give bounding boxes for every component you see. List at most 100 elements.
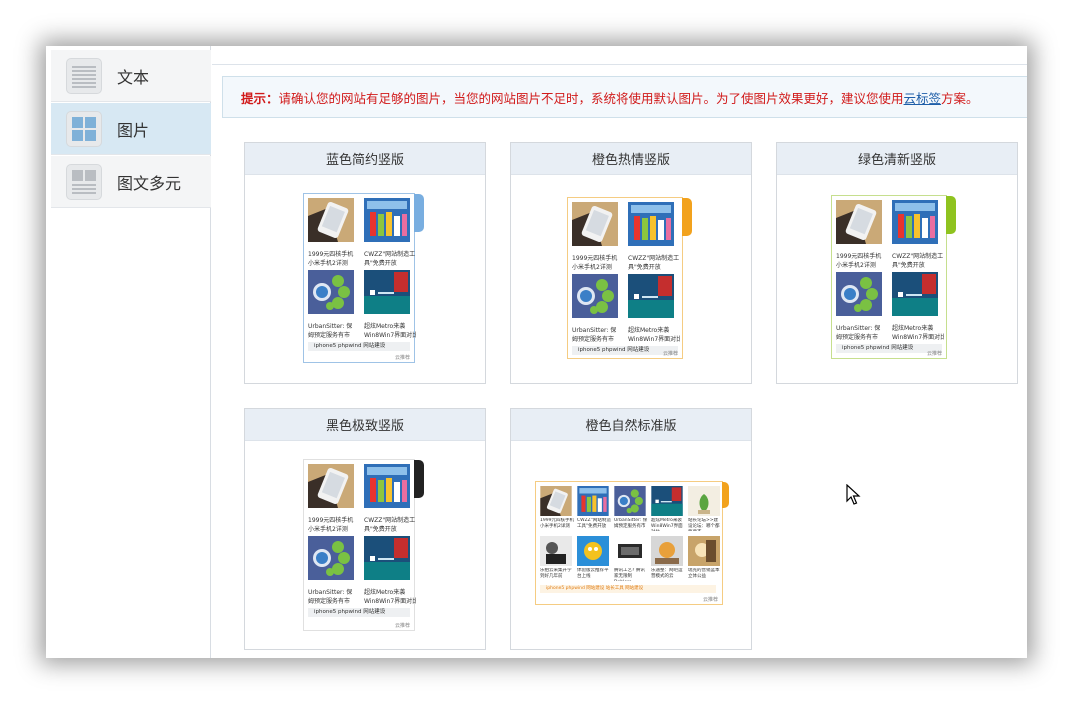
preview-thumbnail — [308, 270, 354, 314]
preview-caption: CWZZ"网站制造工 — [364, 251, 416, 258]
template-card-title: 黑色极致竖版 — [245, 409, 485, 441]
tip-suffix: 方案。 — [941, 90, 979, 106]
preview-caption: 小米手机2详测 — [308, 526, 348, 533]
favorite-side-tag — [946, 196, 956, 234]
preview-thumbnail — [364, 270, 410, 314]
preview-caption: 超炫Metro来袭 — [892, 325, 934, 332]
template-card-title: 绿色清新竖版 — [777, 143, 1017, 175]
template-card-title: 橙色热情竖版 — [511, 143, 751, 175]
preview-footer: 云推荐 — [926, 351, 942, 357]
preview-thumbnail — [572, 274, 618, 318]
preview-caption: 1999元四核手机小米手机2详测 — [540, 518, 574, 529]
template-card-orange-warm[interactable]: 橙色热情竖版 1999元四核手机 小米手机2详测 CWZZ"网站制造工 具"免费开放 U… — [510, 142, 752, 384]
preview-caption: 体验版云推荐平台上线 — [577, 568, 609, 579]
preview-thumbnail — [308, 198, 354, 242]
preview-caption: 姆预定服务有市 — [572, 336, 615, 343]
preview-caption: CWZZ"网站制造工 — [628, 255, 680, 262]
category-sidebar: 文本 图片 图文多元 — [46, 46, 211, 658]
favorite-side-tag — [414, 460, 424, 498]
preview-thumbnail — [688, 536, 720, 566]
preview-caption: 小米手机2详测 — [572, 264, 612, 271]
favorite-side-tag — [682, 198, 692, 236]
preview-thumbnail — [540, 536, 572, 566]
preview-caption: 乐遇整：网吧运营模式的云 — [651, 568, 683, 579]
template-preview-wide: 1999元四核手机小米手机2详测 乐拍云采集开学到好几年前 CWZZ"网站制造工具"… — [535, 481, 729, 605]
preview-thumbnail — [651, 486, 683, 516]
preview-thumbnail — [364, 198, 410, 242]
preview-caption: 小米手机2详测 — [836, 262, 876, 269]
preview-caption: CWZZ"网站制造工 — [892, 253, 944, 260]
preview-thumbnail — [614, 536, 646, 566]
preview-footer: 云推荐 — [702, 597, 718, 603]
preview-caption: 具"免费开放 — [892, 262, 925, 269]
preview-caption: 姆预定服务有市 — [308, 598, 351, 605]
preview-thumbnail — [688, 486, 720, 516]
preview-caption: 超炫Metro来袭Win8Win7界面对比 — [651, 518, 683, 531]
template-preview: 1999元四核手机 小米手机2详测 CWZZ"网站制造工 具"免费开放 UrbanSit… — [303, 193, 424, 363]
divider — [212, 64, 1027, 65]
preview-caption: UrbanSitter: 保姆预定服务有市 — [614, 518, 648, 529]
template-card-orange-natural[interactable]: 橙色自然标准版 1999元四核手机小米手机2详测 乐拍云采集开学到好几年前 CWZZ… — [510, 408, 752, 650]
preview-thumbnail — [577, 486, 609, 516]
preview-thumbnail — [836, 200, 882, 244]
sidebar-item-label: 图文多元 — [117, 173, 182, 193]
sidebar-item-text[interactable]: 文本 — [51, 50, 211, 102]
favorite-side-tag — [414, 194, 424, 232]
preview-caption: CWZZ"网站制造工具"免费开放 — [577, 518, 611, 529]
preview-thumbnail — [540, 486, 572, 516]
preview-caption: 超炫Metro来袭 — [364, 323, 406, 330]
tip-banner: 提示： 请确认您的网站有足够的图片，当您的网站图片不足时，系统将使用默认图片。为… — [222, 76, 1027, 118]
preview-caption: UrbanSitter: 保 — [308, 323, 353, 330]
preview-tag-bar: iphone5 phpwind 网站建设 站长工具 网站建设 — [540, 585, 716, 593]
sidebar-item-image[interactable]: 图片 — [51, 103, 211, 155]
preview-caption: 具"免费开放 — [628, 264, 661, 271]
preview-thumbnail — [892, 200, 938, 244]
preview-caption: 1999元四核手机 — [308, 251, 354, 258]
preview-caption: 超炫Metro来袭 — [364, 589, 406, 596]
favorite-side-tag — [722, 482, 729, 508]
preview-caption: 姆预定服务有市 — [308, 332, 351, 339]
template-card-title: 蓝色简约竖版 — [245, 143, 485, 175]
preview-caption: 1999元四核手机 — [308, 517, 354, 524]
preview-caption: 站长论坛>>建设论坛：哪个都要要不 — [688, 518, 720, 531]
image-grid-icon — [66, 110, 102, 147]
preview-caption: Win8Win7界面对比 — [364, 598, 416, 605]
preview-caption: 1999元四核手机 — [572, 255, 618, 262]
preview-thumbnail — [308, 464, 354, 508]
tip-prefix: 提示： — [241, 90, 279, 106]
text-lines-icon — [66, 57, 102, 94]
preview-thumbnail — [577, 536, 609, 566]
template-card-blue-simple[interactable]: 蓝色简约竖版 1999元四核手机 小米手机2详测 CWZZ"网站制造工 具"免费开放 U… — [244, 142, 486, 384]
template-card-black-extreme[interactable]: 黑色极致竖版 1999元四核手机 小米手机2详测 CWZZ"网站制造工 具"免费开放 U… — [244, 408, 486, 650]
template-preview: 1999元四核手机 小米手机2详测 CWZZ"网站制造工 具"免费开放 UrbanSit… — [303, 459, 424, 631]
mouse-cursor-icon — [846, 484, 861, 505]
template-panel: 提示： 请确认您的网站有足够的图片，当您的网站图片不足时，系统将使用默认图片。为… — [212, 46, 1027, 658]
template-card-green-fresh[interactable]: 绿色清新竖版 1999元四核手机 小米手机2详测 CWZZ"网站制造工 具"免费开放 U… — [776, 142, 1018, 384]
preview-caption: Win8Win7界面对比 — [628, 336, 680, 343]
preview-caption: 1999元四核手机 — [836, 253, 882, 260]
preview-caption: 具"免费开放 — [364, 260, 397, 267]
preview-caption: Win8Win7界面对比 — [892, 334, 944, 341]
tip-text: 请确认您的网站有足够的图片，当您的网站图片不足时，系统将使用默认图片。为了使图片… — [278, 90, 904, 106]
preview-thumbnail — [572, 202, 618, 246]
preview-footer: 云推荐 — [662, 351, 678, 357]
preview-footer: 云推荐 — [394, 623, 410, 629]
preview-thumbnail — [628, 274, 674, 318]
template-card-title: 橙色自然标准版 — [511, 409, 751, 441]
image-text-icon — [66, 163, 102, 200]
sidebar-item-label: 图片 — [117, 120, 150, 140]
preview-caption: Win8Win7界面对比 — [364, 332, 416, 339]
preview-thumbnail — [364, 464, 410, 508]
preview-thumbnail — [364, 536, 410, 580]
preview-caption: CWZZ"网站制造工 — [364, 517, 416, 524]
preview-thumbnail — [614, 486, 646, 516]
sidebar-item-image-text[interactable]: 图文多元 — [51, 156, 211, 208]
preview-caption: UrbanSitter: 保 — [836, 325, 881, 332]
cloud-tag-link[interactable]: 云标签 — [904, 88, 942, 107]
template-preview: 1999元四核手机 小米手机2详测 CWZZ"网站制造工 具"免费开放 UrbanSit… — [567, 197, 692, 359]
preview-thumbnail — [892, 272, 938, 316]
preview-thumbnail — [628, 202, 674, 246]
preview-caption: UrbanSitter: 保 — [572, 327, 617, 334]
screen: 文本 图片 图文多元 提示： 请确认您的网站有足够的图片，当您的网站图片不足时，… — [0, 0, 1073, 704]
preview-tag-bar: iphone5 phpwind 网站建设 — [308, 608, 410, 617]
